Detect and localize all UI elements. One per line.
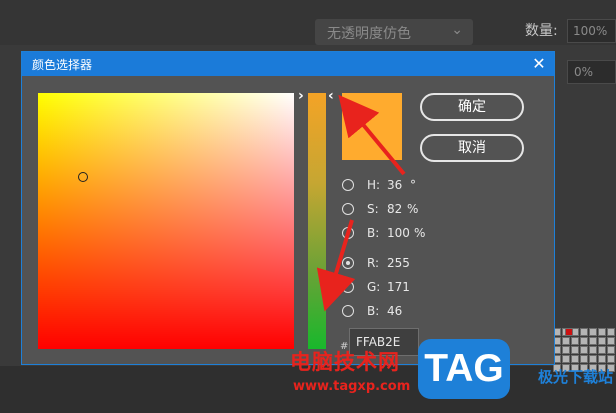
slider-arrow-left-icon[interactable]: ‹ xyxy=(328,88,334,104)
hue-radio[interactable] xyxy=(342,179,354,191)
cancel-button[interactable]: 取消 xyxy=(420,134,524,162)
brightness-unit: % xyxy=(414,226,426,240)
color-table-cell xyxy=(589,346,597,354)
blue-radio[interactable] xyxy=(342,305,354,317)
red-radio[interactable] xyxy=(342,257,354,269)
color-picker-dialog: 颜色选择器 ✕ › ‹ 确定 取消 H: 36 ° S: 82 % B: 100… xyxy=(21,51,555,365)
blue-label: B: xyxy=(367,304,380,318)
hue-slider[interactable] xyxy=(308,93,326,349)
color-table-cell xyxy=(571,355,579,363)
color-table-cell xyxy=(562,355,570,363)
color-table-cell xyxy=(571,337,579,345)
color-table-cell xyxy=(607,355,615,363)
blue-value[interactable]: 46 xyxy=(387,304,402,318)
count-field[interactable]: 100% xyxy=(567,19,616,43)
saturation-brightness-field[interactable] xyxy=(38,93,294,349)
color-table-cell xyxy=(598,355,606,363)
background-toolbar xyxy=(0,0,616,45)
dialog-titlebar[interactable]: 颜色选择器 ✕ xyxy=(22,52,554,76)
color-table-cell xyxy=(607,346,615,354)
brightness-radio[interactable] xyxy=(342,227,354,239)
color-table-cell xyxy=(562,346,570,354)
green-value[interactable]: 171 xyxy=(387,280,410,294)
color-table-cell xyxy=(580,346,588,354)
color-table-cell xyxy=(580,328,588,336)
new-color-swatch xyxy=(342,93,402,126)
color-table-cell xyxy=(589,337,597,345)
ok-button[interactable]: 确定 xyxy=(420,93,524,121)
hue-value[interactable]: 36 xyxy=(387,178,402,192)
color-table-cell xyxy=(607,328,615,336)
hue-unit: ° xyxy=(410,178,416,192)
chevron-down-icon: ⌄ xyxy=(451,22,463,38)
dither-dropdown-label: 无透明度仿色 xyxy=(327,26,411,42)
color-table-cell xyxy=(571,346,579,354)
secondary-field[interactable]: 0% xyxy=(567,60,616,84)
count-label: 数量: xyxy=(525,23,558,39)
saturation-label: S: xyxy=(367,202,379,216)
color-table-cell xyxy=(598,346,606,354)
dither-dropdown[interactable]: 无透明度仿色 ⌄ xyxy=(315,19,473,45)
tag-logo: TAG xyxy=(418,339,510,399)
color-table-cell xyxy=(589,355,597,363)
saturation-unit: % xyxy=(407,202,419,216)
watermark-side-text: 极光下载站 xyxy=(538,368,614,386)
green-radio[interactable] xyxy=(342,281,354,293)
saturation-value[interactable]: 82 xyxy=(387,202,402,216)
color-table-cell xyxy=(607,337,615,345)
red-value[interactable]: 255 xyxy=(387,256,410,270)
watermark-site-name: 电脑技术网 xyxy=(290,350,400,374)
current-color-swatch xyxy=(342,126,402,160)
watermark-url: www.tagxp.com xyxy=(293,379,411,394)
saturation-radio[interactable] xyxy=(342,203,354,215)
red-label: R: xyxy=(367,256,380,270)
slider-arrow-right-icon[interactable]: › xyxy=(298,88,304,104)
green-label: G: xyxy=(367,280,381,294)
color-picker-cursor[interactable] xyxy=(78,172,88,182)
hue-label: H: xyxy=(367,178,381,192)
color-table-cell-selected xyxy=(565,328,573,336)
dialog-title: 颜色选择器 xyxy=(32,58,93,72)
color-table-cell xyxy=(562,337,570,345)
brightness-label: B: xyxy=(367,226,380,240)
color-table-cell xyxy=(580,355,588,363)
color-table-cell xyxy=(598,337,606,345)
close-icon[interactable]: ✕ xyxy=(529,54,549,74)
color-table-cell xyxy=(580,337,588,345)
brightness-value[interactable]: 100 xyxy=(387,226,410,240)
color-table-cell xyxy=(598,328,606,336)
color-table-cell xyxy=(589,328,597,336)
